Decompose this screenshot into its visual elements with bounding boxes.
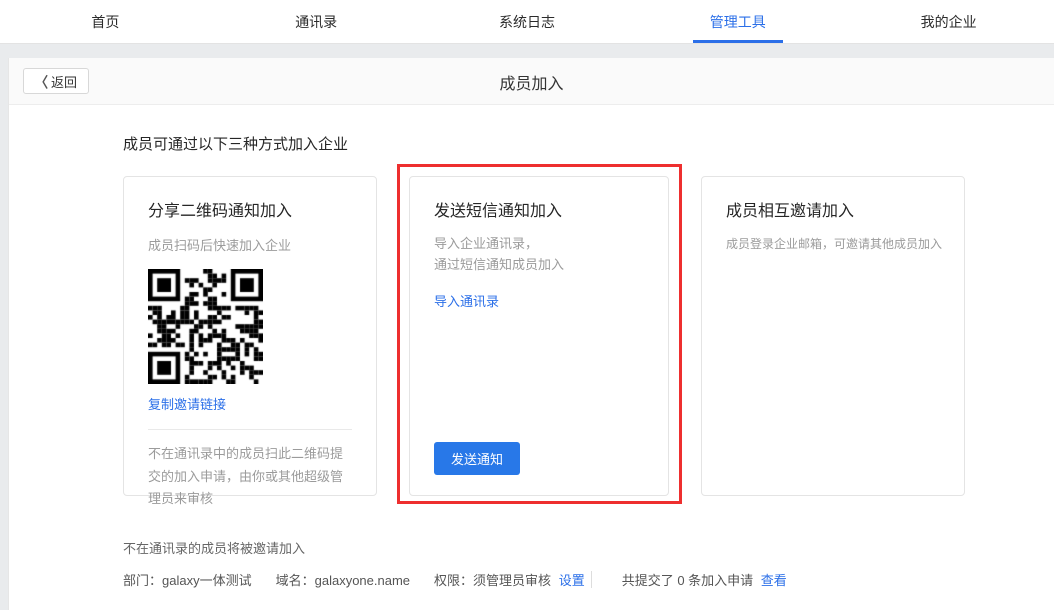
sms-desc-line1: 导入企业通讯录， xyxy=(434,233,644,254)
tab-home[interactable]: 首页 xyxy=(0,0,211,43)
sms-join-card: 发送短信通知加入 导入企业通讯录， 通过短信通知成员加入 导入通讯录 发送通知 xyxy=(409,176,669,496)
qr-card-note: 不在通讯录中的成员扫此二维码提交的加入申请，由你或其他超级管理员来审核 xyxy=(148,443,352,509)
tab-contacts[interactable]: 通讯录 xyxy=(211,0,422,43)
send-notification-button[interactable]: 发送通知 xyxy=(434,442,520,475)
qr-card-title: 分享二维码通知加入 xyxy=(148,197,352,221)
domain-value: galaxyone.name xyxy=(315,573,410,588)
sms-desc-line2: 通过短信通知成员加入 xyxy=(434,254,644,275)
submitted-text: 共提交了 0 条加入申请 xyxy=(622,573,753,588)
invite-card-title: 成员相互邀请加入 xyxy=(726,197,940,221)
section-heading: 成员可通过以下三种方式加入企业 xyxy=(123,133,1034,154)
qr-card-subtitle: 成员扫码后快速加入企业 xyxy=(148,235,352,256)
import-contacts-link[interactable]: 导入通讯录 xyxy=(434,291,499,310)
footer-note: 不在通讯录的成员将被邀请加入 xyxy=(123,538,1034,557)
invite-card-subtitle: 成员登录企业邮箱，可邀请其他成员加入 xyxy=(726,235,940,255)
permission-value: 须管理员审核 xyxy=(473,573,551,588)
chevron-left-icon: 〈 xyxy=(35,71,48,92)
department-label: 部门： xyxy=(123,573,162,588)
page-title: 成员加入 xyxy=(9,58,1054,105)
tab-home-label: 首页 xyxy=(91,12,119,32)
tab-system-log[interactable]: 系统日志 xyxy=(422,0,633,43)
qr-code xyxy=(148,269,263,384)
tab-system-log-label: 系统日志 xyxy=(499,12,555,32)
top-nav: 首页 通讯录 系统日志 管理工具 我的企业 xyxy=(0,0,1054,44)
page-panel: 〈 返回 成员加入 成员可通过以下三种方式加入企业 分享二维码通知加入 成员扫码… xyxy=(8,58,1054,610)
tab-admin-tools-label: 管理工具 xyxy=(710,12,766,32)
back-button[interactable]: 〈 返回 xyxy=(23,68,89,94)
domain-info: 域名：galaxyone.name xyxy=(276,570,410,589)
view-applications-link[interactable]: 查看 xyxy=(761,570,787,589)
tab-contacts-label: 通讯录 xyxy=(295,12,337,32)
app-window: 首页 通讯录 系统日志 管理工具 我的企业 〈 返回 成员加入 xyxy=(0,0,1054,610)
vertical-separator xyxy=(591,571,592,588)
sms-card-desc: 导入企业通讯录， 通过短信通知成员加入 xyxy=(434,233,644,276)
back-button-label: 返回 xyxy=(51,72,77,91)
active-tab-underline xyxy=(693,40,783,43)
qr-join-card: 分享二维码通知加入 成员扫码后快速加入企业 复制邀请链接 不在通讯录中的成员扫此… xyxy=(123,176,377,496)
copy-invite-link[interactable]: 复制邀请链接 xyxy=(148,394,226,413)
permission-info: 权限：须管理员审核 设置 xyxy=(434,570,585,589)
join-method-cards: 分享二维码通知加入 成员扫码后快速加入企业 复制邀请链接 不在通讯录中的成员扫此… xyxy=(123,176,1034,496)
card-divider xyxy=(148,429,352,430)
footer-info-row: 部门：galaxy一体测试 域名：galaxyone.name 权限：须管理员审… xyxy=(123,570,1034,589)
settings-link[interactable]: 设置 xyxy=(559,570,585,589)
tab-my-company-label: 我的企业 xyxy=(921,12,977,32)
department-value: galaxy一体测试 xyxy=(162,573,252,588)
submitted-info: 共提交了 0 条加入申请 查看 xyxy=(622,570,787,589)
department-info: 部门：galaxy一体测试 xyxy=(123,570,252,589)
tab-admin-tools[interactable]: 管理工具 xyxy=(632,0,843,43)
sms-card-title: 发送短信通知加入 xyxy=(434,197,644,221)
page-header: 〈 返回 成员加入 xyxy=(9,58,1054,105)
permission-label: 权限： xyxy=(434,573,473,588)
tab-my-company[interactable]: 我的企业 xyxy=(843,0,1054,43)
domain-label: 域名： xyxy=(276,573,315,588)
sms-card-highlight-wrap: 发送短信通知加入 导入企业通讯录， 通过短信通知成员加入 导入通讯录 发送通知 xyxy=(409,176,669,496)
main-content: 成员可通过以下三种方式加入企业 分享二维码通知加入 成员扫码后快速加入企业 复制… xyxy=(9,105,1054,610)
invite-join-card: 成员相互邀请加入 成员登录企业邮箱，可邀请其他成员加入 xyxy=(701,176,965,496)
